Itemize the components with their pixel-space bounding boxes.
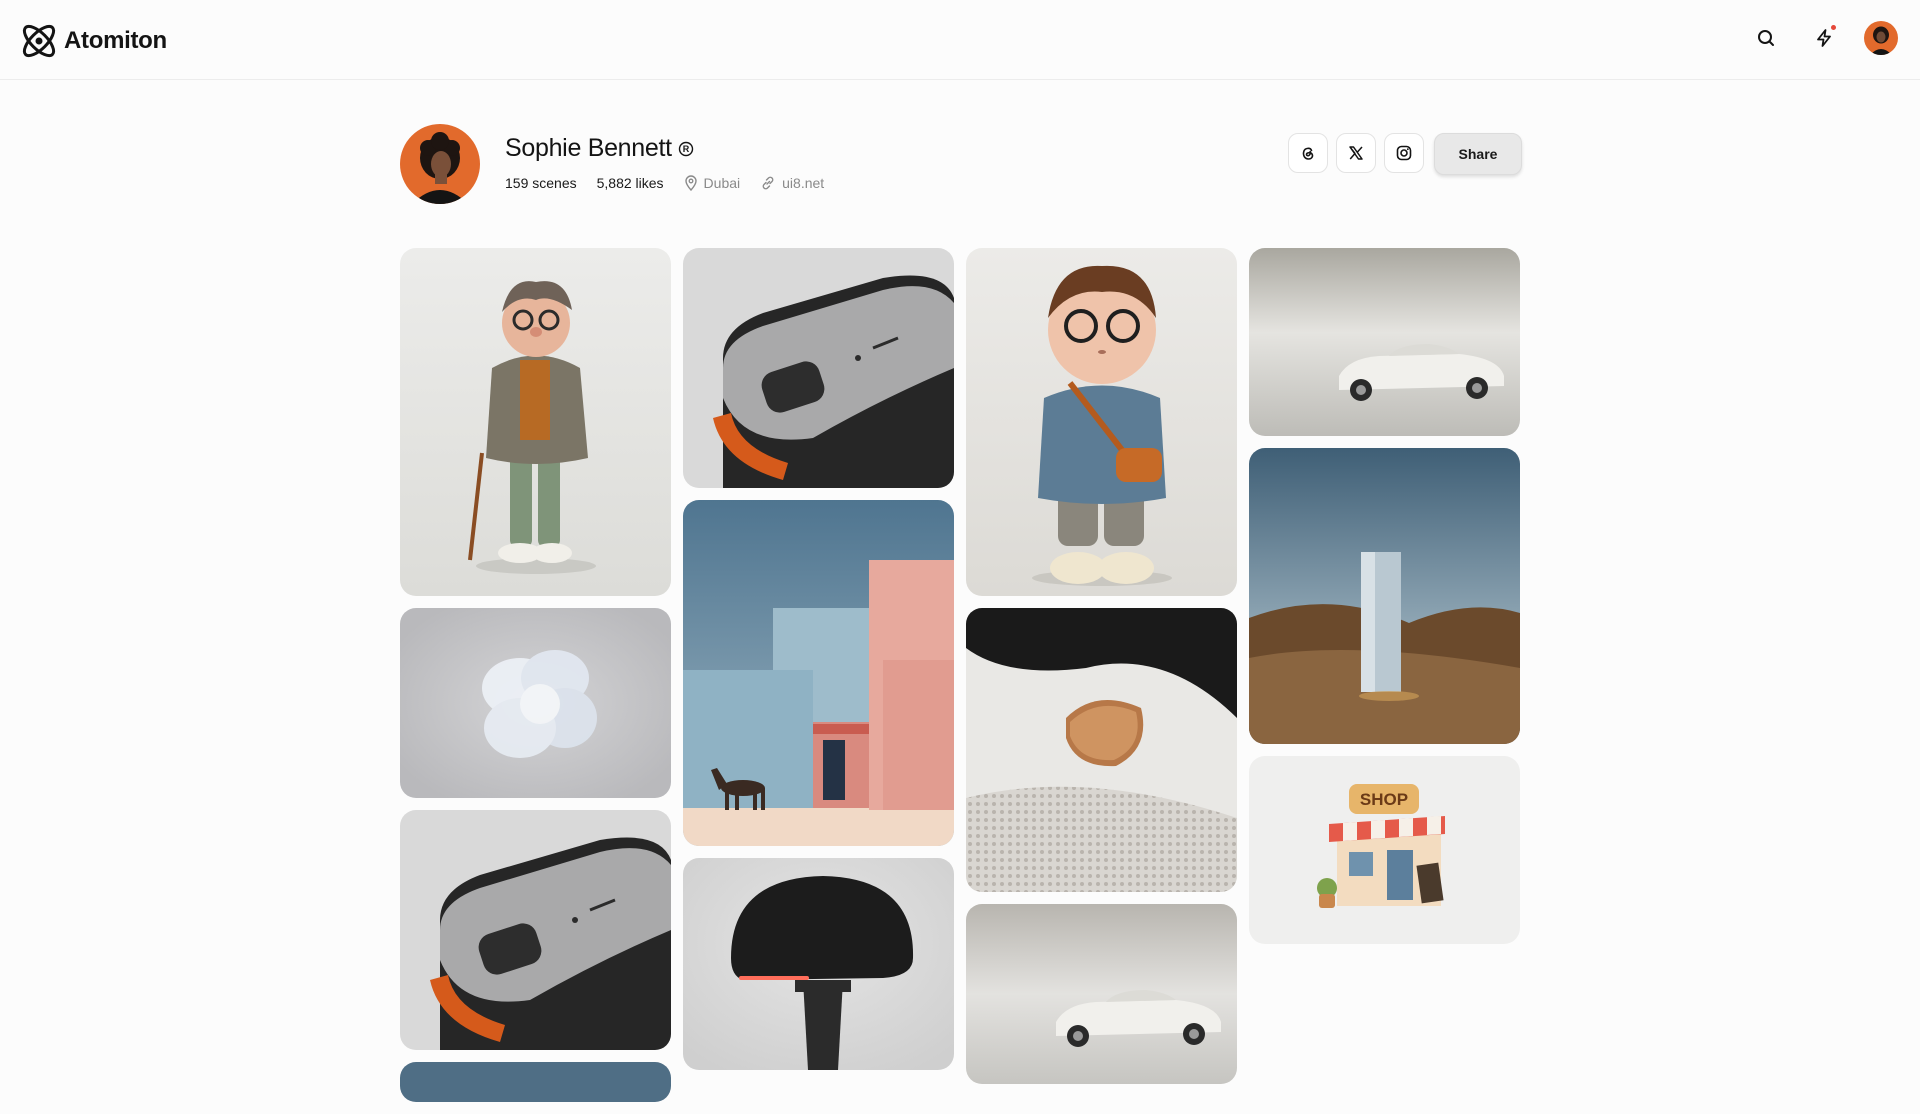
x-link[interactable] xyxy=(1336,133,1376,173)
website-text: ui8.net xyxy=(782,175,825,191)
map-pin-icon xyxy=(684,175,697,191)
user-avatar[interactable] xyxy=(1864,21,1898,55)
search-button[interactable] xyxy=(1748,20,1784,56)
link-icon xyxy=(762,176,774,190)
scene-card-boy-character[interactable] xyxy=(966,248,1237,596)
x-icon xyxy=(1349,146,1363,160)
scenes-count: 159 scenes xyxy=(505,175,577,191)
instagram-link[interactable] xyxy=(1384,133,1424,173)
scene-card-white-car[interactable] xyxy=(1249,248,1520,436)
scene-card-monolith-landscape[interactable] xyxy=(1249,448,1520,744)
gallery-column-4: SHOP xyxy=(1249,248,1520,956)
scene-card-sky[interactable] xyxy=(400,1062,671,1102)
scene-card-glass-flower[interactable] xyxy=(400,608,671,798)
svg-text:R: R xyxy=(683,144,690,154)
notification-dot xyxy=(1831,25,1836,30)
app-logo[interactable]: Atomiton xyxy=(18,20,167,62)
scene-card-fabric-closeup[interactable] xyxy=(966,608,1237,892)
registered-icon: R xyxy=(678,141,693,156)
scene-card-metal-device[interactable] xyxy=(683,248,954,488)
location-text: Dubai xyxy=(703,175,741,191)
profile-location: Dubai xyxy=(684,175,741,191)
gallery-column-3 xyxy=(966,248,1237,1096)
scene-card-shop[interactable]: SHOP xyxy=(1249,756,1520,944)
search-icon xyxy=(1758,30,1774,46)
gallery-column-2 xyxy=(683,248,954,1082)
profile-header: Sophie Bennett R 159 scenes 5,882 likes … xyxy=(400,124,1522,204)
gallery-column-1 xyxy=(400,248,671,1114)
app-name: Atomiton xyxy=(64,27,167,54)
svg-text:SHOP: SHOP xyxy=(1360,790,1408,809)
scenes-gallery: SHOP xyxy=(400,248,1522,1102)
lightning-icon xyxy=(1817,29,1831,47)
instagram-icon xyxy=(1396,145,1412,161)
scene-card-pink-building-horse[interactable] xyxy=(683,500,954,846)
threads-icon xyxy=(1302,147,1314,160)
threads-link[interactable] xyxy=(1288,133,1328,173)
scene-card-white-car-2[interactable] xyxy=(966,904,1237,1084)
likes-count: 5,882 likes xyxy=(596,175,664,191)
scene-card-metal-device-2[interactable] xyxy=(400,810,671,1050)
scene-card-black-helmet[interactable] xyxy=(683,858,954,1070)
profile-avatar[interactable] xyxy=(400,124,480,204)
scene-card-old-man[interactable] xyxy=(400,248,671,596)
profile-name: Sophie Bennett xyxy=(505,134,672,162)
share-button[interactable]: Share xyxy=(1434,133,1522,175)
activity-button[interactable] xyxy=(1806,20,1842,56)
atom-logo-icon xyxy=(22,24,56,58)
top-navigation-bar: Atomiton xyxy=(0,0,1920,80)
profile-website[interactable]: ui8.net xyxy=(760,175,824,191)
